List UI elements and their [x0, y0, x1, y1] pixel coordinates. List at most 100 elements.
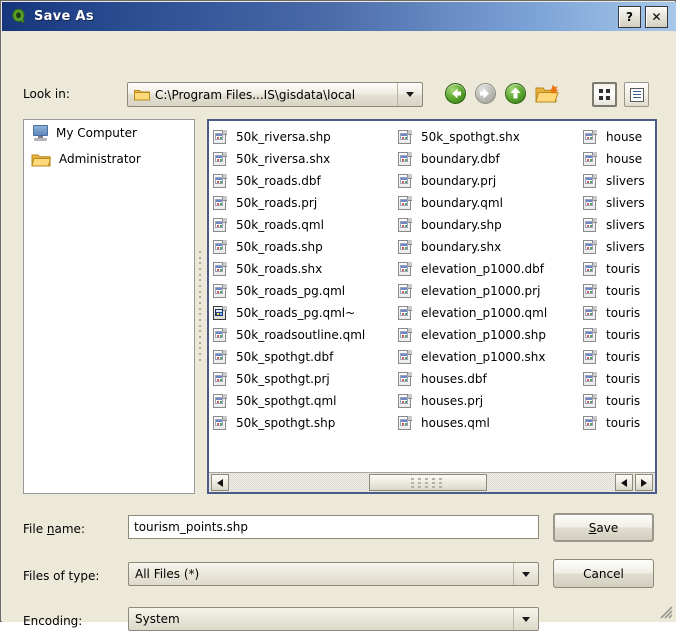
- file-list-item[interactable]: elevation_p1000.shx: [398, 346, 583, 368]
- file-list-item[interactable]: houses.prj: [398, 390, 583, 412]
- file-list-item[interactable]: elevation_p1000.qml: [398, 302, 583, 324]
- file-list-item[interactable]: house: [583, 126, 655, 148]
- look-in-combo[interactable]: C:\Program Files...IS\gisdata\local: [127, 82, 423, 107]
- scroll-left-icon[interactable]: [211, 474, 229, 491]
- file-name: slivers: [606, 240, 645, 254]
- file-list-item[interactable]: slivers: [583, 170, 655, 192]
- file-icon: [398, 217, 412, 233]
- list-view-icon[interactable]: [592, 82, 617, 107]
- file-list-item[interactable]: boundary.qml: [398, 192, 583, 214]
- file-list-item[interactable]: touris: [583, 390, 655, 412]
- scrollbar-thumb[interactable]: [369, 474, 487, 491]
- file-list-item[interactable]: 50k_spothgt.dbf: [213, 346, 398, 368]
- file-list-item[interactable]: 50k_roads.shp: [213, 236, 398, 258]
- file-icon: [583, 305, 597, 321]
- encoding-combo[interactable]: System: [128, 607, 539, 631]
- file-icon: [583, 173, 597, 189]
- panel-splitter[interactable]: [198, 251, 202, 361]
- dialog-body: Look in: C:\Program Files...IS\gisdata\l…: [2, 31, 676, 631]
- file-name: houses.qml: [421, 416, 490, 430]
- file-list-item[interactable]: elevation_p1000.shp: [398, 324, 583, 346]
- file-list-item[interactable]: 50k_spothgt.shp: [213, 412, 398, 434]
- file-list-item[interactable]: boundary.dbf: [398, 148, 583, 170]
- file-icon: [213, 283, 227, 299]
- file-list-item[interactable]: house: [583, 148, 655, 170]
- file-list-item[interactable]: slivers: [583, 236, 655, 258]
- chevron-down-icon[interactable]: [513, 563, 538, 585]
- file-list-item[interactable]: 50k_riversa.shp: [213, 126, 398, 148]
- file-list-item[interactable]: 50k_roadsoutline.qml: [213, 324, 398, 346]
- file-name: touris: [606, 328, 641, 342]
- file-list[interactable]: 50k_riversa.shp 50k_riversa.shx 50k_roads.…: [207, 119, 657, 494]
- file-list-item[interactable]: touris: [583, 280, 655, 302]
- chevron-down-icon[interactable]: [397, 83, 422, 106]
- file-icon: [213, 217, 227, 233]
- file-list-item[interactable]: elevation_p1000.prj: [398, 280, 583, 302]
- file-name: elevation_p1000.qml: [421, 306, 548, 320]
- file-list-item[interactable]: 50k_spothgt.shx: [398, 126, 583, 148]
- resize-grip[interactable]: [659, 605, 673, 619]
- file-icon: [398, 173, 412, 189]
- sidebar-item-my-computer[interactable]: My Computer: [24, 120, 194, 146]
- file-list-item[interactable]: slivers: [583, 214, 655, 236]
- file-list-item[interactable]: touris: [583, 302, 655, 324]
- cancel-button[interactable]: Cancel: [553, 559, 654, 588]
- close-icon[interactable]: ✕: [645, 5, 668, 28]
- new-folder-icon[interactable]: [535, 83, 560, 106]
- back-icon[interactable]: [445, 83, 468, 106]
- file-name: 50k_riversa.shx: [236, 152, 331, 166]
- file-icon: [398, 283, 412, 299]
- computer-icon: [32, 125, 49, 141]
- file-list-item[interactable]: boundary.prj: [398, 170, 583, 192]
- title-bar[interactable]: Save As ? ✕: [2, 2, 676, 31]
- file-list-item[interactable]: 50k_roads_pg.qml: [213, 280, 398, 302]
- file-icon: [398, 349, 412, 365]
- file-list-item[interactable]: 50k_spothgt.prj: [213, 368, 398, 390]
- file-icon: [583, 283, 597, 299]
- file-list-item[interactable]: 50k_spothgt.qml: [213, 390, 398, 412]
- file-list-item[interactable]: 50k_roads.dbf: [213, 170, 398, 192]
- file-name: elevation_p1000.prj: [421, 284, 541, 298]
- file-list-item[interactable]: touris: [583, 368, 655, 390]
- files-of-type-combo[interactable]: All Files (*): [128, 562, 539, 586]
- file-list-item[interactable]: boundary.shp: [398, 214, 583, 236]
- file-list-item[interactable]: 50k_roads.shx: [213, 258, 398, 280]
- sidebar-item-label: My Computer: [56, 126, 137, 140]
- sidebar-item-administrator[interactable]: Administrator: [24, 146, 194, 172]
- file-list-item[interactable]: 50k_roads.prj: [213, 192, 398, 214]
- file-list-item[interactable]: elevation_p1000.dbf: [398, 258, 583, 280]
- chevron-down-icon[interactable]: [513, 608, 538, 630]
- file-list-item[interactable]: 50k_roads.qml: [213, 214, 398, 236]
- file-list-item[interactable]: 50k_riversa.shx: [213, 148, 398, 170]
- file-list-item[interactable]: boundary.shx: [398, 236, 583, 258]
- horizontal-scrollbar[interactable]: [209, 472, 655, 492]
- file-list-item[interactable]: slivers: [583, 192, 655, 214]
- file-name: 50k_roads_pg.qml: [236, 284, 346, 298]
- file-name: touris: [606, 394, 641, 408]
- scroll-left-icon[interactable]: [615, 474, 633, 491]
- file-icon: [213, 195, 227, 211]
- file-list-item[interactable]: 50k_roads_pg.qml~: [213, 302, 398, 324]
- file-name: house: [606, 152, 643, 166]
- file-name: 50k_roads_pg.qml~: [236, 306, 356, 320]
- file-name: 50k_spothgt.prj: [236, 372, 330, 386]
- help-button[interactable]: ?: [618, 5, 641, 28]
- places-sidebar[interactable]: My Computer Administrator: [23, 119, 195, 494]
- file-list-item[interactable]: touris: [583, 258, 655, 280]
- file-list-item[interactable]: touris: [583, 346, 655, 368]
- file-name: 50k_spothgt.dbf: [236, 350, 334, 364]
- detail-view-icon[interactable]: [624, 82, 649, 107]
- file-name-input[interactable]: [128, 515, 539, 539]
- file-list-item[interactable]: touris: [583, 412, 655, 434]
- save-button[interactable]: Save: [553, 513, 654, 542]
- look-in-path: C:\Program Files...IS\gisdata\local: [155, 87, 356, 102]
- file-name: 50k_roads.prj: [236, 196, 318, 210]
- look-in-label: Look in:: [23, 87, 70, 101]
- file-icon: [213, 261, 227, 277]
- file-list-item[interactable]: houses.dbf: [398, 368, 583, 390]
- file-list-item[interactable]: touris: [583, 324, 655, 346]
- file-list-item[interactable]: houses.qml: [398, 412, 583, 434]
- file-name: elevation_p1000.dbf: [421, 262, 544, 276]
- scroll-right-icon[interactable]: [635, 474, 653, 491]
- parent-directory-icon[interactable]: [505, 83, 528, 106]
